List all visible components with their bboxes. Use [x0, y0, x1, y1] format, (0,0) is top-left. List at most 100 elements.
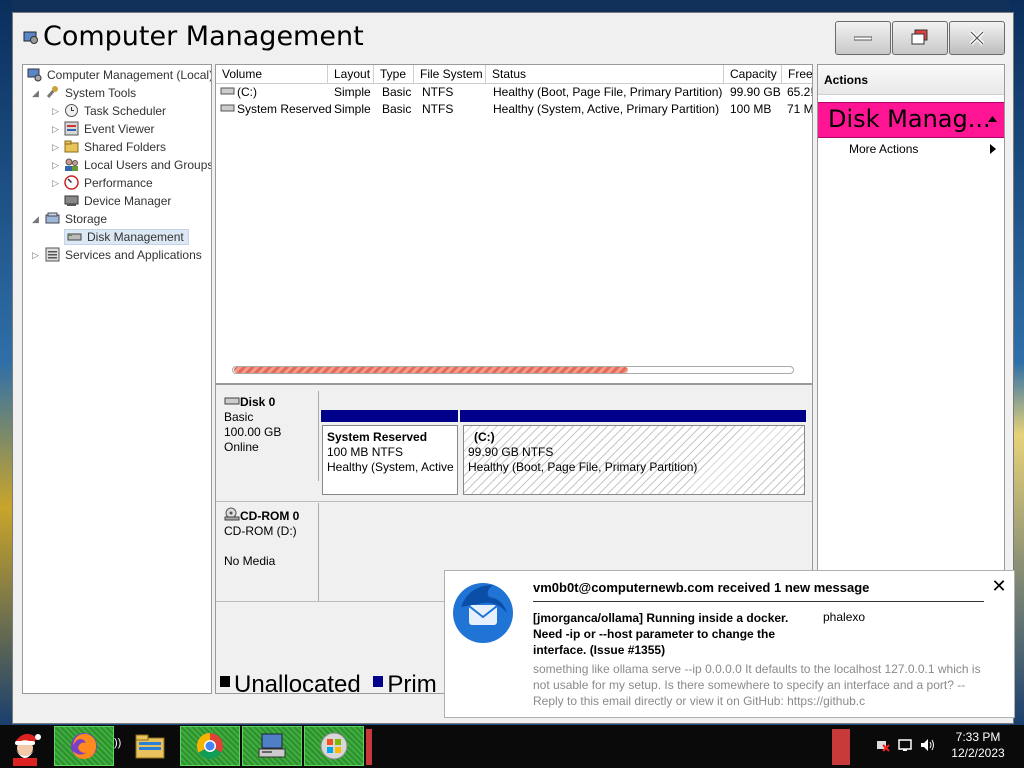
start-button[interactable] [2, 726, 48, 766]
tree-item-storage[interactable]: Storage [45, 210, 107, 228]
tree-label: Shared Folders [84, 140, 167, 154]
tree-item-disk-management[interactable]: Disk Management [64, 228, 189, 246]
email-notification-popup[interactable]: vm0b0t@computernewb.com received 1 new m… [444, 570, 1015, 718]
close-button[interactable] [949, 21, 1005, 55]
more-actions-label: More Actions [849, 142, 919, 156]
computer-management-icon [27, 68, 42, 82]
minimize-icon [854, 36, 872, 41]
firefox-icon [71, 733, 97, 759]
folder-icon [135, 734, 165, 759]
tree-item-shared-folders[interactable]: Shared Folders [64, 138, 166, 156]
legend-swatch-unallocated [220, 676, 230, 687]
column-header-free[interactable]: Free [782, 65, 812, 83]
title-bar[interactable]: Computer Management [13, 13, 1013, 65]
tree-label: System Tools [65, 86, 137, 100]
cdrom-0-label[interactable]: CD-ROM 0 CD-ROM (D:) No Media [216, 503, 319, 601]
column-header-type[interactable]: Type [374, 65, 414, 83]
tree-item-event-viewer[interactable]: Event Viewer [64, 120, 154, 138]
partition-c[interactable]: (C:) 99.90 GB NTFS Healthy (Boot, Page F… [463, 425, 805, 495]
column-header-layout[interactable]: Layout [328, 65, 374, 83]
device-manager-icon [64, 195, 79, 206]
cell-free: 71 M [787, 102, 813, 116]
chrome-icon [196, 732, 223, 760]
volume-list-horizontal-scrollbar[interactable] [232, 366, 794, 374]
cdrom-0-state: No Media [224, 554, 276, 568]
partition-name: System Reserved [327, 430, 428, 444]
partition-system-reserved[interactable]: System Reserved 100 MB NTFS Healthy (Sys… [322, 425, 458, 495]
notification-subject: [jmorganca/ollama] Running inside a dock… [533, 611, 789, 657]
window-title: Computer Management [43, 21, 364, 52]
column-header-file-system[interactable]: File System [414, 65, 486, 83]
volume-list: Volume Layout Type File System Status Ca… [215, 64, 813, 384]
collapse-up-icon[interactable] [988, 116, 997, 122]
cell-layout: Simple [334, 102, 371, 116]
notification-close-button[interactable]: ✕ [990, 577, 1008, 595]
cdrom-0-kind: CD-ROM (D:) [224, 524, 297, 538]
taskbar-firefox[interactable] [54, 726, 114, 766]
partition-bar-c [460, 410, 806, 422]
taskbar-explorer[interactable] [128, 726, 172, 766]
disk-0-kind: Basic [224, 410, 254, 424]
speaker-waves-icon: )) [114, 737, 122, 749]
table-row[interactable]: (C:) Simple Basic NTFS Healthy (Boot, Pa… [216, 84, 812, 101]
clock-time[interactable]: 7:33 PM [955, 730, 1001, 744]
tree-item-device-manager[interactable]: Device Manager [64, 192, 171, 210]
services-icon [45, 247, 60, 262]
tree-item-system-tools[interactable]: System Tools [45, 84, 136, 102]
tree-item-local-users[interactable]: Local Users and Groups [64, 156, 211, 174]
tree-item-performance[interactable]: Performance [64, 174, 153, 192]
tree-item-services[interactable]: Services and Applications [45, 246, 202, 264]
taskbar-computer-management[interactable] [242, 726, 302, 766]
tree-item-root[interactable]: Computer Management (Local) [27, 66, 211, 84]
cell-volume: System Reserved [237, 102, 332, 116]
expand-arrow-icon[interactable]: ▷ [52, 142, 59, 153]
column-header-capacity[interactable]: Capacity [724, 65, 782, 83]
clock-date[interactable]: 12/2/2023 [947, 746, 1009, 760]
divider [533, 601, 984, 602]
users-icon [65, 158, 78, 171]
disk-0-label[interactable]: Disk 0 Basic 100.00 GB Online [216, 391, 319, 481]
tree-label: Event Viewer [84, 122, 155, 136]
more-actions-item[interactable]: More Actions [818, 140, 1004, 158]
actions-section-title: Disk Manag... [828, 105, 991, 133]
cell-layout: Simple [334, 85, 371, 99]
maximize-button[interactable] [892, 21, 948, 55]
tree-label: Storage [65, 212, 108, 226]
volume-list-header: Volume Layout Type File System Status Ca… [216, 65, 812, 84]
actions-header: Actions [818, 65, 1004, 95]
performance-icon [64, 175, 79, 190]
expand-arrow-icon[interactable]: ▷ [52, 160, 59, 171]
collapse-arrow-icon[interactable]: ◢ [32, 214, 39, 225]
expand-arrow-icon[interactable]: ▷ [52, 124, 59, 135]
volume-icon[interactable] [920, 738, 934, 752]
cell-capacity: 99.90 GB [730, 85, 781, 99]
scrollbar-thumb[interactable] [234, 367, 628, 373]
restore-icon [911, 29, 928, 45]
tree-item-task-scheduler[interactable]: Task Scheduler [64, 102, 166, 120]
thunderbird-icon [453, 583, 513, 643]
tree-label: Disk Management [87, 230, 184, 244]
taskbar-chrome[interactable] [180, 726, 240, 766]
column-header-volume[interactable]: Volume [216, 65, 328, 83]
minimize-button[interactable] [835, 21, 891, 55]
cell-free: 65.2! [787, 85, 813, 99]
cell-file-system: NTFS [422, 102, 454, 116]
computer-management-icon [258, 733, 286, 758]
collapse-arrow-icon[interactable]: ◢ [32, 88, 39, 99]
show-hidden-icons-button[interactable] [832, 729, 850, 765]
disk-0-state: Online [224, 440, 259, 454]
expand-arrow-icon[interactable]: ▷ [52, 178, 59, 189]
taskbar: )) 7:33 PM 12/2/2023 [0, 725, 1024, 768]
cell-type: Basic [382, 85, 412, 99]
action-center-icon[interactable] [898, 738, 912, 752]
disk-0-name: Disk 0 [240, 395, 276, 409]
taskbar-windows[interactable] [304, 726, 364, 766]
actions-section-disk-management[interactable]: Disk Manag... [818, 102, 1004, 138]
expand-arrow-icon[interactable]: ▷ [52, 106, 59, 117]
column-header-status[interactable]: Status [486, 65, 724, 83]
expand-arrow-icon[interactable]: ▷ [32, 250, 39, 261]
close-icon [969, 30, 985, 46]
network-error-icon[interactable] [876, 738, 890, 752]
table-row[interactable]: System Reserved Simple Basic NTFS Health… [216, 101, 812, 118]
clock-icon [65, 104, 78, 117]
